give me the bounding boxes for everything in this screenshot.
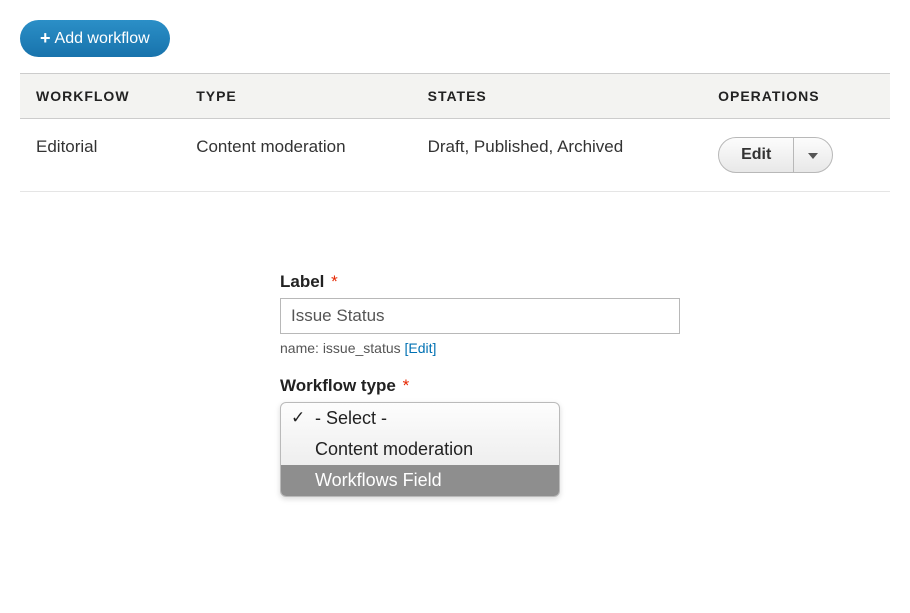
plus-icon: + bbox=[40, 28, 51, 49]
cell-workflow: Editorial bbox=[20, 119, 180, 192]
add-workflow-button[interactable]: + Add workflow bbox=[20, 20, 170, 57]
workflow-type-label: Workflow type * bbox=[280, 376, 890, 396]
workflow-type-select[interactable]: - Select - Content moderation Workflows … bbox=[280, 402, 560, 497]
edit-button[interactable]: Edit bbox=[719, 138, 793, 172]
select-dropdown-menu: - Select - Content moderation Workflows … bbox=[280, 402, 560, 497]
required-marker: * bbox=[331, 272, 338, 291]
machine-name-prefix: name: bbox=[280, 340, 323, 356]
cell-states: Draft, Published, Archived bbox=[412, 119, 702, 192]
machine-name-edit-link[interactable]: [Edit] bbox=[405, 340, 437, 356]
operations-dropdown-toggle[interactable] bbox=[793, 138, 832, 172]
add-workflow-label: Add workflow bbox=[55, 30, 150, 48]
table-row: Editorial Content moderation Draft, Publ… bbox=[20, 119, 890, 192]
select-option-placeholder[interactable]: - Select - bbox=[281, 403, 559, 434]
workflows-table: WORKFLOW TYPE STATES OPERATIONS Editoria… bbox=[20, 73, 890, 192]
machine-name-text: name: issue_status [Edit] bbox=[280, 340, 890, 356]
machine-name-value: issue_status bbox=[323, 340, 401, 356]
caret-down-icon bbox=[808, 152, 818, 160]
select-option-workflows-field[interactable]: Workflows Field bbox=[281, 465, 559, 496]
label-text: Label bbox=[280, 272, 324, 291]
label-input[interactable] bbox=[280, 298, 680, 334]
col-header-workflow: WORKFLOW bbox=[20, 74, 180, 119]
select-option-content-moderation[interactable]: Content moderation bbox=[281, 434, 559, 465]
col-header-type: TYPE bbox=[180, 74, 411, 119]
workflow-type-label-text: Workflow type bbox=[280, 376, 396, 395]
operations-button-group: Edit bbox=[718, 137, 833, 173]
label-field: Label * name: issue_status [Edit] bbox=[280, 272, 890, 356]
required-marker: * bbox=[403, 376, 410, 395]
cell-type: Content moderation bbox=[180, 119, 411, 192]
workflow-type-field: Workflow type * - Select - Content moder… bbox=[280, 376, 890, 501]
label-field-label: Label * bbox=[280, 272, 890, 292]
cell-operations: Edit bbox=[702, 119, 890, 192]
col-header-operations: OPERATIONS bbox=[702, 74, 890, 119]
workflow-form: Label * name: issue_status [Edit] Workfl… bbox=[280, 272, 890, 501]
col-header-states: STATES bbox=[412, 74, 702, 119]
